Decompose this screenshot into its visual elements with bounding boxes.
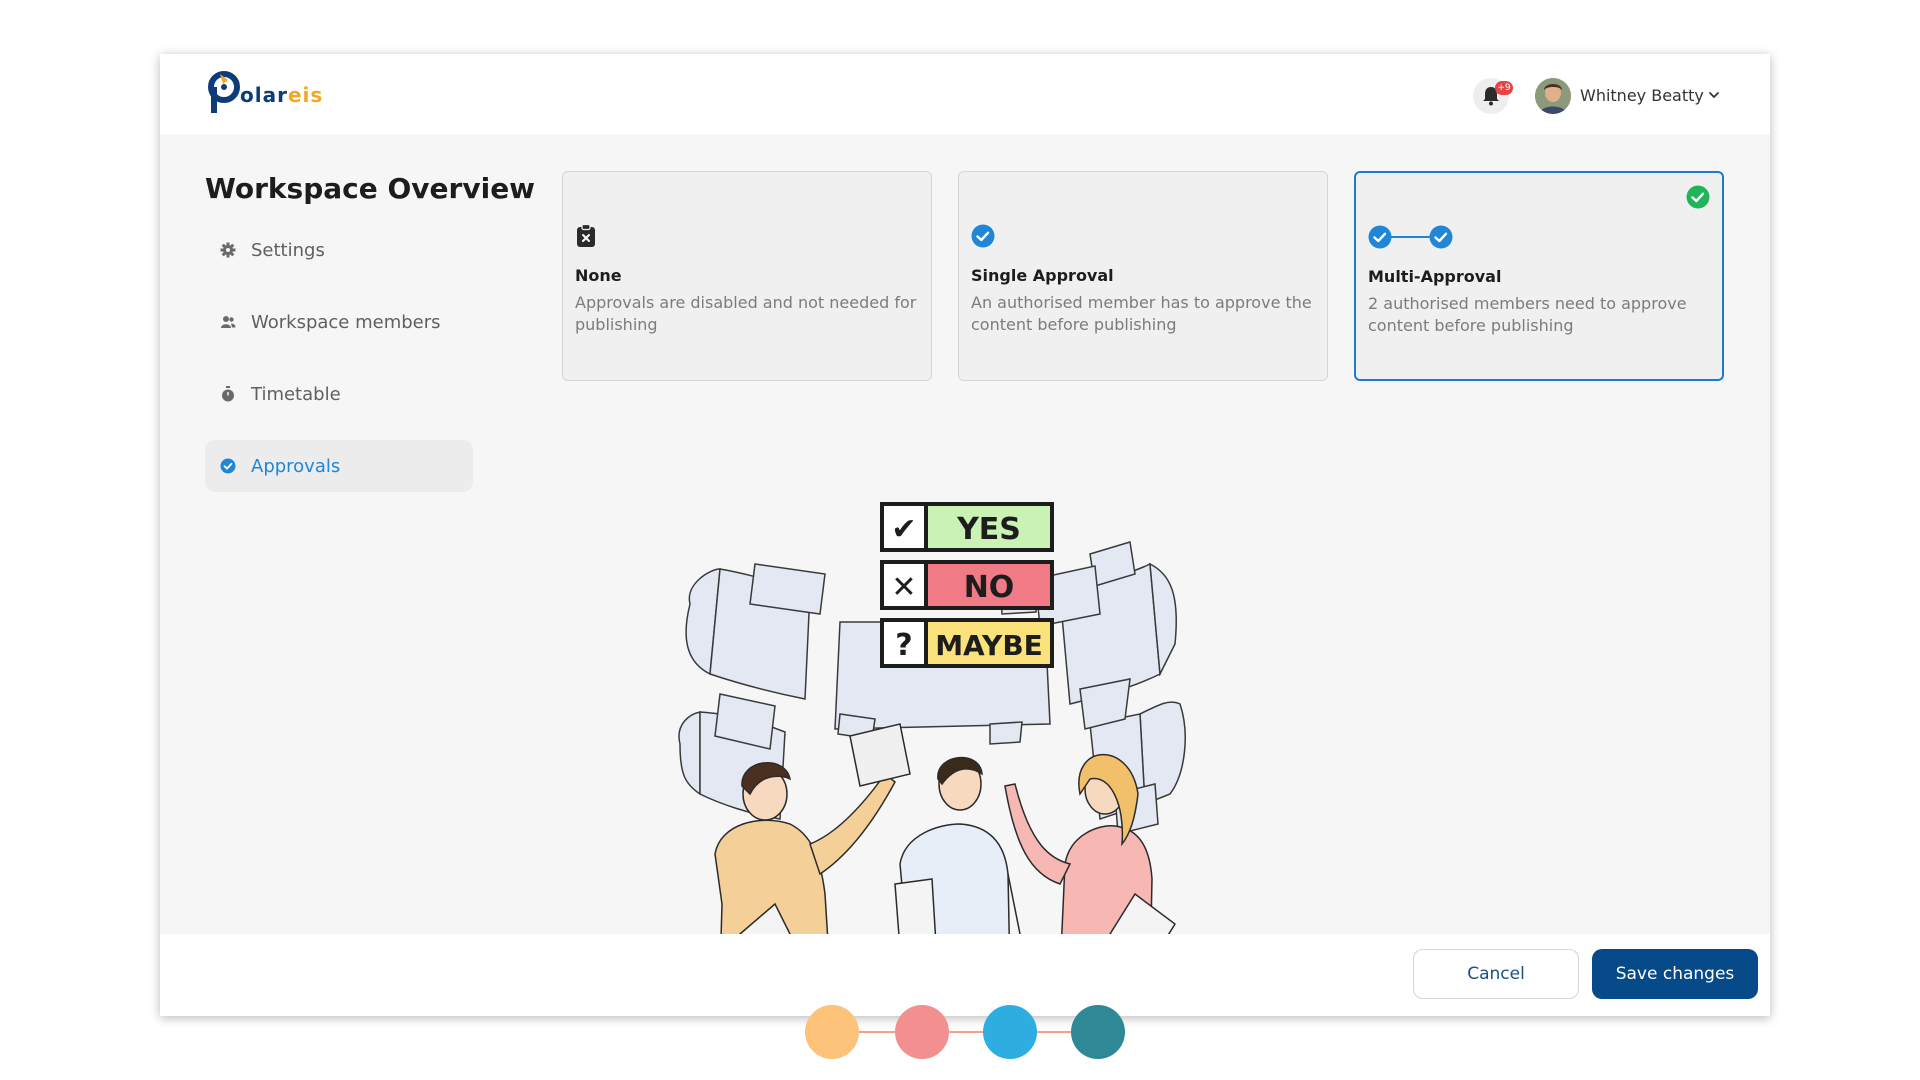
chevron-down-icon[interactable] (1707, 88, 1721, 102)
sidebar-item-label: Timetable (251, 383, 341, 405)
gear-icon (219, 241, 237, 259)
approval-option-none[interactable]: None Approvals are disabled and not need… (562, 171, 932, 381)
sidebar-item-timetable[interactable]: Timetable (205, 368, 473, 420)
approval-option-single[interactable]: Single Approval An authorised member has… (958, 171, 1328, 381)
users-icon (219, 313, 237, 331)
check-circle-icon (219, 457, 237, 475)
option-description: An authorised member has to approve the … (971, 293, 1312, 334)
app-window: olareis +9 Whitney Beatty Workspace Over… (160, 54, 1770, 1016)
notifications-button[interactable]: +9 (1473, 78, 1513, 114)
sidebar-item-label: Approvals (251, 455, 341, 477)
option-description: Approvals are disabled and not needed fo… (575, 293, 917, 334)
stopwatch-icon (219, 385, 237, 403)
option-title: Multi-Approval (1368, 267, 1502, 286)
palette-dot (983, 1005, 1037, 1059)
palette-dots (805, 1005, 1125, 1059)
maybe-label: MAYBE (935, 629, 1043, 662)
check-circle-icon (971, 224, 995, 252)
no-label: NO (964, 570, 1015, 605)
logo-prefix: olar (240, 83, 288, 107)
option-description: 2 authorised members need to approve con… (1368, 294, 1687, 335)
save-changes-button[interactable]: Save changes (1592, 949, 1758, 999)
notification-badge: +9 (1495, 81, 1513, 95)
approval-option-multi[interactable]: Multi-Approval 2 authorised members need… (1354, 171, 1724, 381)
sidebar-item-approvals[interactable]: Approvals (205, 440, 473, 492)
yes-label: YES (956, 512, 1021, 547)
selected-check-icon (1686, 185, 1710, 213)
avatar[interactable] (1535, 78, 1571, 114)
option-title: None (575, 266, 622, 285)
maybe-symbol: ? (895, 628, 912, 663)
clipboard-x-icon (575, 223, 597, 252)
approval-illustration: ✔ ✕ ? YES NO MAYBE (678, 502, 1186, 1014)
sidebar-item-settings[interactable]: Settings (205, 224, 473, 276)
logo-suffix: eis (287, 83, 324, 107)
sidebar-item-workspace-members[interactable]: Workspace members (205, 296, 473, 348)
user-name[interactable]: Whitney Beatty (1580, 86, 1704, 105)
polareis-logo[interactable]: olareis (206, 70, 346, 116)
option-title: Single Approval (971, 266, 1114, 285)
top-header: olareis +9 Whitney Beatty (160, 54, 1770, 134)
user-avatar-icon (1535, 78, 1571, 114)
sidebar-item-label: Settings (251, 239, 325, 261)
palette-dot (895, 1005, 949, 1059)
logo-wordmark: olareis (240, 83, 323, 107)
double-check-icon (1368, 225, 1458, 253)
palette-dot (1071, 1005, 1125, 1059)
cancel-button[interactable]: Cancel (1413, 949, 1579, 999)
page-title: Workspace Overview (205, 172, 536, 205)
sidebar-item-label: Workspace members (251, 311, 441, 333)
palette-dot (805, 1005, 859, 1059)
no-symbol: ✕ (891, 570, 916, 605)
yes-symbol: ✔ (891, 512, 916, 547)
